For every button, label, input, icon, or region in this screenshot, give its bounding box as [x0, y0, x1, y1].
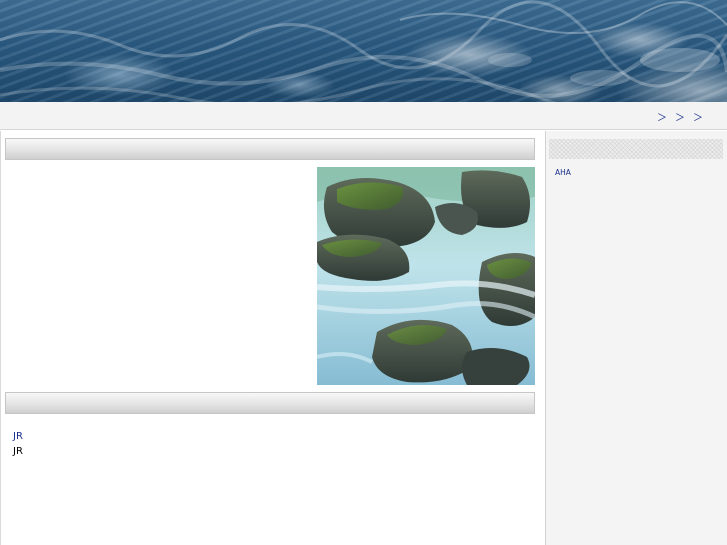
sidebar-item	[555, 189, 571, 200]
nav-separator: ＞	[675, 113, 685, 124]
nav-separator: ＞	[693, 113, 703, 124]
sidebar-item	[555, 310, 571, 321]
nav-links: ＞ ＞ ＞	[653, 109, 707, 124]
sidebar-item	[555, 475, 571, 486]
sidebar-item	[555, 519, 571, 530]
sidebar: AHA	[545, 131, 727, 545]
sidebar-item	[555, 398, 571, 409]
water-texture-image	[0, 0, 727, 102]
sidebar-item	[555, 332, 571, 343]
sidebar-item	[555, 266, 571, 277]
header-banner	[0, 0, 727, 102]
sidebar-item	[555, 431, 571, 442]
sidebar-item	[555, 222, 571, 233]
sidebar-item: AHA	[555, 167, 571, 178]
river-rocks-photo	[317, 167, 535, 385]
link-title[interactable]: JR	[13, 430, 533, 444]
sidebar-item	[555, 211, 571, 222]
sidebar-item	[555, 178, 571, 189]
sidebar-item	[555, 299, 571, 310]
sidebar-item	[555, 277, 571, 288]
sidebar-item	[555, 255, 571, 266]
sidebar-item	[555, 321, 571, 332]
link-list: JR JR	[13, 430, 533, 475]
sidebar-item	[555, 508, 571, 519]
sidebar-item	[555, 409, 571, 420]
main-content: JR JR	[0, 131, 542, 545]
sidebar-item	[555, 233, 571, 244]
sidebar-item	[555, 541, 571, 545]
sidebar-item	[555, 343, 571, 354]
sidebar-item	[555, 354, 571, 365]
sidebar-header	[549, 139, 723, 159]
sidebar-item	[555, 442, 571, 453]
sidebar-item	[555, 420, 571, 431]
nav-separator: ＞	[657, 113, 667, 124]
sidebar-item	[555, 453, 571, 464]
sidebar-link-list: AHA	[555, 167, 571, 545]
sidebar-item	[555, 244, 571, 255]
sidebar-item	[555, 288, 571, 299]
sidebar-item-link[interactable]: AHA	[555, 168, 571, 177]
sidebar-item	[555, 486, 571, 497]
list-item: JR JR	[13, 430, 533, 459]
sidebar-item	[555, 387, 571, 398]
sidebar-item	[555, 464, 571, 475]
section-header-intro	[5, 138, 535, 160]
sidebar-item	[555, 497, 571, 508]
sidebar-item	[555, 200, 571, 211]
sidebar-item	[555, 530, 571, 541]
section-header-links	[5, 392, 535, 414]
top-navigation-bar: ＞ ＞ ＞	[0, 102, 727, 130]
link-description: JR	[13, 446, 23, 457]
sidebar-item	[555, 376, 571, 387]
sidebar-item	[555, 365, 571, 376]
